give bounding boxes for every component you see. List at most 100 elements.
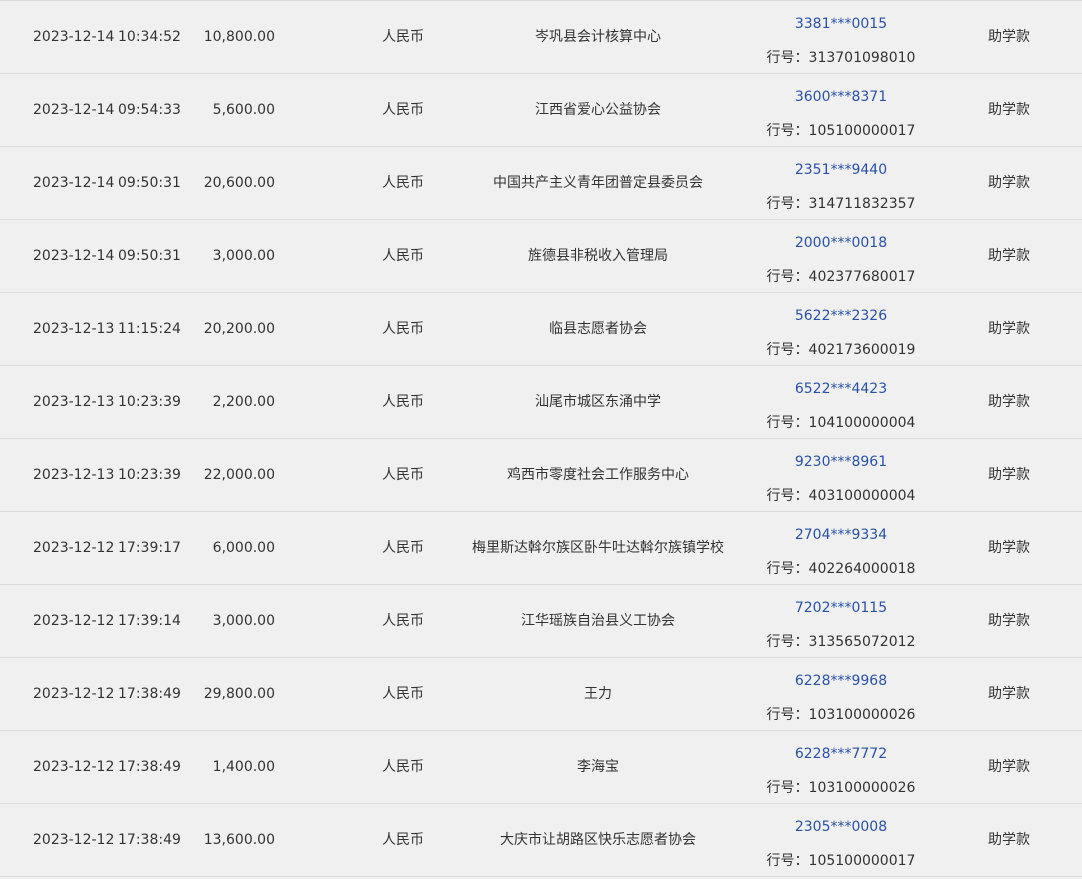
transaction-purpose: 助学款 — [988, 394, 1030, 410]
transaction-amount: 13,600.00 — [203, 832, 275, 848]
account-number-link[interactable]: 2305***0008 — [751, 819, 931, 835]
transaction-amount: 6,000.00 — [212, 540, 275, 556]
transaction-time: 09:50:31 — [118, 248, 181, 264]
counterparty-name: 梅里斯达斡尔族区卧牛吐达斡尔族镇学校 — [472, 540, 724, 556]
currency: 人民币 — [382, 467, 424, 483]
account-number-link[interactable]: 3600***8371 — [751, 89, 931, 105]
bank-number-value: 403100000004 — [808, 488, 916, 504]
account-number-link[interactable]: 2351***9440 — [751, 162, 931, 178]
counterparty-name: 临县志愿者协会 — [549, 321, 647, 337]
transaction-date: 2023-12-12 — [33, 759, 115, 775]
transaction-amount: 20,600.00 — [203, 175, 275, 191]
table-row: 2023-12-12 17:39:14 3,000.00 人民币 江华瑶族自治县… — [0, 585, 1082, 658]
bank-number-label: 行号： — [766, 415, 809, 431]
account-cell: 7202***0115 行号：313565072012 — [751, 585, 931, 657]
account-number-link[interactable]: 2704***9334 — [751, 527, 931, 543]
bank-number-value: 402264000018 — [808, 561, 916, 577]
account-cell: 5622***2326 行号：402173600019 — [751, 293, 931, 365]
bank-number-label: 行号： — [766, 196, 809, 212]
table-row: 2023-12-14 09:50:31 3,000.00 人民币 旌德县非税收入… — [0, 220, 1082, 293]
account-cell: 2305***0008 行号：105100000017 — [751, 804, 931, 876]
transaction-purpose: 助学款 — [988, 248, 1030, 264]
bank-number-label: 行号： — [766, 853, 809, 869]
account-number-link[interactable]: 9230***8961 — [751, 454, 931, 470]
transaction-date: 2023-12-13 — [33, 467, 115, 483]
transaction-date: 2023-12-13 — [33, 394, 115, 410]
account-number-link[interactable]: 7202***0115 — [751, 600, 931, 616]
table-row: 2023-12-14 09:50:31 20,600.00 人民币 中国共产主义… — [0, 147, 1082, 220]
account-cell: 9230***8961 行号：403100000004 — [751, 439, 931, 511]
table-row: 2023-12-13 10:23:39 22,000.00 人民币 鸡西市零度社… — [0, 439, 1082, 512]
transaction-amount: 20,200.00 — [203, 321, 275, 337]
bank-number-label: 行号： — [766, 561, 809, 577]
account-cell: 6228***7772 行号：103100000026 — [751, 731, 931, 803]
transaction-date: 2023-12-14 — [33, 248, 115, 264]
account-number-link[interactable]: 6228***9968 — [751, 673, 931, 689]
bank-number: 行号：314711832357 — [751, 193, 931, 213]
counterparty-name: 中国共产主义青年团普定县委员会 — [493, 175, 703, 191]
table-row: 2023-12-12 17:39:17 6,000.00 人民币 梅里斯达斡尔族… — [0, 512, 1082, 585]
transaction-purpose: 助学款 — [988, 686, 1030, 702]
bank-number: 行号：313701098010 — [751, 47, 931, 67]
bank-number-label: 行号： — [766, 707, 809, 723]
account-cell: 6522***4423 行号：104100000004 — [751, 366, 931, 438]
transaction-time: 17:39:17 — [118, 540, 181, 556]
currency: 人民币 — [382, 613, 424, 629]
bank-number: 行号：402377680017 — [751, 266, 931, 286]
bank-number: 行号：402264000018 — [751, 558, 931, 578]
counterparty-name: 鸡西市零度社会工作服务中心 — [507, 467, 689, 483]
transaction-purpose: 助学款 — [988, 540, 1030, 556]
account-cell: 2000***0018 行号：402377680017 — [751, 220, 931, 292]
transaction-amount: 29,800.00 — [203, 686, 275, 702]
table-row: 2023-12-12 17:38:49 29,800.00 人民币 王力 622… — [0, 658, 1082, 731]
transaction-amount: 2,200.00 — [212, 394, 275, 410]
counterparty-name: 岑巩县会计核算中心 — [535, 29, 661, 45]
currency: 人民币 — [382, 394, 424, 410]
account-cell: 3381***0015 行号：313701098010 — [751, 1, 931, 73]
account-number-link[interactable]: 5622***2326 — [751, 308, 931, 324]
transaction-amount: 3,000.00 — [212, 248, 275, 264]
transaction-date: 2023-12-12 — [33, 540, 115, 556]
table-row: 2023-12-12 17:38:49 13,600.00 人民币 大庆市让胡路… — [0, 804, 1082, 877]
transaction-purpose: 助学款 — [988, 467, 1030, 483]
bank-number-value: 104100000004 — [808, 415, 916, 431]
counterparty-name: 江西省爱心公益协会 — [535, 102, 661, 118]
transaction-purpose: 助学款 — [988, 175, 1030, 191]
bank-number-label: 行号： — [766, 634, 809, 650]
transaction-time: 17:38:49 — [118, 686, 181, 702]
account-cell: 3600***8371 行号：105100000017 — [751, 74, 931, 146]
transaction-date: 2023-12-14 — [33, 175, 115, 191]
account-number-link[interactable]: 6228***7772 — [751, 746, 931, 762]
transaction-date: 2023-12-12 — [33, 613, 115, 629]
transaction-date: 2023-12-12 — [33, 832, 115, 848]
transaction-date: 2023-12-14 — [33, 29, 115, 45]
bank-number-label: 行号： — [766, 780, 809, 796]
transaction-purpose: 助学款 — [988, 321, 1030, 337]
bank-number-value: 314711832357 — [808, 196, 916, 212]
account-cell: 6228***9968 行号：103100000026 — [751, 658, 931, 730]
currency: 人民币 — [382, 321, 424, 337]
transaction-time: 11:15:24 — [118, 321, 181, 337]
transaction-time: 10:34:52 — [118, 29, 181, 45]
transaction-purpose: 助学款 — [988, 29, 1030, 45]
transaction-time: 17:39:14 — [118, 613, 181, 629]
bank-number-value: 103100000026 — [808, 780, 916, 796]
transaction-table: 2023-12-14 10:34:52 10,800.00 人民币 岑巩县会计核… — [0, 0, 1082, 877]
transaction-date: 2023-12-14 — [33, 102, 115, 118]
bank-number-value: 313565072012 — [808, 634, 916, 650]
table-row: 2023-12-13 10:23:39 2,200.00 人民币 汕尾市城区东涌… — [0, 366, 1082, 439]
transaction-purpose: 助学款 — [988, 832, 1030, 848]
bank-number: 行号：402173600019 — [751, 339, 931, 359]
bank-number: 行号：104100000004 — [751, 412, 931, 432]
transaction-time: 10:23:39 — [118, 394, 181, 410]
transaction-amount: 5,600.00 — [212, 102, 275, 118]
transaction-time: 09:50:31 — [118, 175, 181, 191]
account-number-link[interactable]: 6522***4423 — [751, 381, 931, 397]
account-number-link[interactable]: 2000***0018 — [751, 235, 931, 251]
transaction-time: 09:54:33 — [118, 102, 181, 118]
transaction-purpose: 助学款 — [988, 759, 1030, 775]
transaction-amount: 22,000.00 — [203, 467, 275, 483]
bank-number-label: 行号： — [766, 123, 809, 139]
bank-number: 行号：105100000017 — [751, 120, 931, 140]
account-number-link[interactable]: 3381***0015 — [751, 16, 931, 32]
